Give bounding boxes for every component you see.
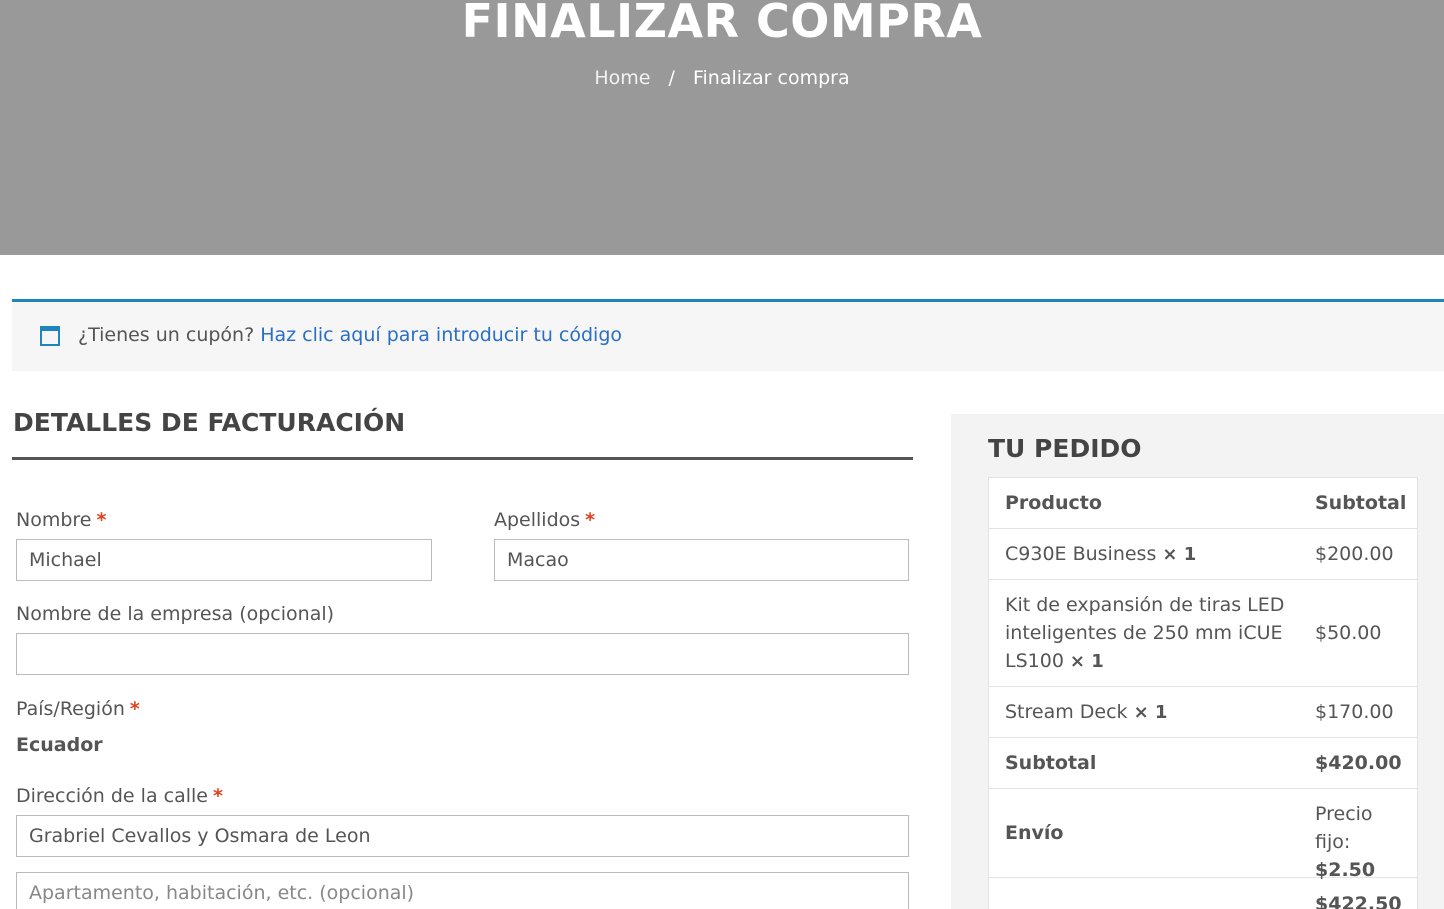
subtotal-header: Subtotal	[1315, 492, 1407, 514]
breadcrumb: Home / Finalizar compra	[0, 67, 1444, 89]
order-review-panel: TU PEDIDO Producto Subtotal C930E Busine…	[951, 414, 1444, 909]
product-name: Stream Deck × 1	[1005, 698, 1285, 727]
product-name: Kit de expansión de tiras LED inteligent…	[1005, 591, 1285, 676]
coupon-message: ¿Tienes un cupón? Haz clic aquí para int…	[78, 324, 622, 346]
country-label: País/Región *	[16, 698, 140, 720]
order-title: TU PEDIDO	[988, 434, 1142, 463]
page-title: FINALIZAR COMPRA	[461, 0, 983, 48]
company-label: Nombre de la empresa (opcional)	[16, 603, 335, 625]
last-name-input[interactable]: Macao	[494, 539, 909, 581]
product-name: C930E Business × 1	[1005, 540, 1285, 569]
billing-title: DETALLES DE FACTURACIÓN	[13, 408, 406, 437]
required-mark: *	[129, 698, 140, 720]
cart-subtotal-label: Subtotal	[1005, 752, 1097, 774]
breadcrumb-separator: /	[668, 67, 675, 89]
street-label-text: Dirección de la calle	[16, 785, 208, 807]
product-quantity: × 1	[1069, 651, 1104, 672]
product-name-line: LS100	[1005, 650, 1064, 672]
company-input[interactable]	[16, 633, 909, 675]
breadcrumb-home-link[interactable]: Home	[594, 67, 650, 89]
product-name-line: inteligentes de 250 mm iCUE	[1005, 622, 1283, 644]
first-name-label: Nombre *	[16, 509, 106, 531]
last-name-label-text: Apellidos	[494, 509, 581, 531]
coupon-notice: ¿Tienes un cupón? Haz clic aquí para int…	[12, 299, 1444, 371]
product-quantity: × 1	[1133, 702, 1168, 723]
required-mark: *	[212, 785, 223, 807]
cart-subtotal-value: $420.00	[1315, 752, 1402, 774]
cart-subtotal-row: Subtotal $420.00	[989, 738, 1417, 789]
window-icon	[40, 326, 60, 346]
street-label: Dirección de la calle *	[16, 785, 223, 807]
order-total-row: $422.50	[989, 878, 1417, 909]
coupon-question: ¿Tienes un cupón?	[78, 324, 255, 346]
order-table: Producto Subtotal C930E Business × 1 $200…	[988, 477, 1418, 909]
table-header-row: Producto Subtotal	[989, 478, 1417, 529]
coupon-show-link[interactable]: Haz clic aquí para introducir tu código	[260, 324, 622, 346]
product-name-text: Stream Deck	[1005, 701, 1128, 723]
last-name-label: Apellidos *	[494, 509, 595, 531]
product-price: $200.00	[1315, 543, 1394, 565]
page-hero: FINALIZAR COMPRA Home / Finalizar compra	[0, 0, 1444, 255]
product-name-line: Kit de expansión de tiras LED	[1005, 594, 1285, 616]
shipping-method-prefix: fijo:	[1315, 831, 1351, 853]
product-price: $50.00	[1315, 622, 1382, 644]
product-name-text: C930E Business	[1005, 543, 1157, 565]
product-quantity: × 1	[1162, 544, 1197, 565]
required-mark: *	[585, 509, 596, 531]
product-header: Producto	[1005, 492, 1102, 514]
product-price: $170.00	[1315, 701, 1394, 723]
table-row: Kit de expansión de tiras LED inteligent…	[989, 580, 1417, 687]
street-address-input[interactable]: Grabriel Cevallos y Osmara de Leon	[16, 815, 909, 857]
shipping-value: Precio fijo: $2.50	[1315, 800, 1415, 884]
shipping-method-line: Precio	[1315, 803, 1373, 825]
shipping-row: Envío Precio fijo: $2.50	[989, 789, 1417, 881]
street-address-2-input[interactable]: Apartamento, habitación, etc. (opcional)	[16, 872, 909, 909]
order-total-value: $422.50	[1315, 893, 1402, 909]
breadcrumb-current: Finalizar compra	[692, 67, 850, 89]
country-label-text: País/Región	[16, 698, 125, 720]
first-name-label-text: Nombre	[16, 509, 92, 531]
table-row: C930E Business × 1 $200.00	[989, 529, 1417, 580]
required-mark: *	[96, 509, 107, 531]
country-value: Ecuador	[16, 734, 103, 756]
first-name-input[interactable]: Michael	[16, 539, 432, 581]
table-row: Stream Deck × 1 $170.00	[989, 687, 1417, 738]
shipping-label: Envío	[1005, 822, 1064, 844]
billing-divider	[12, 457, 913, 460]
